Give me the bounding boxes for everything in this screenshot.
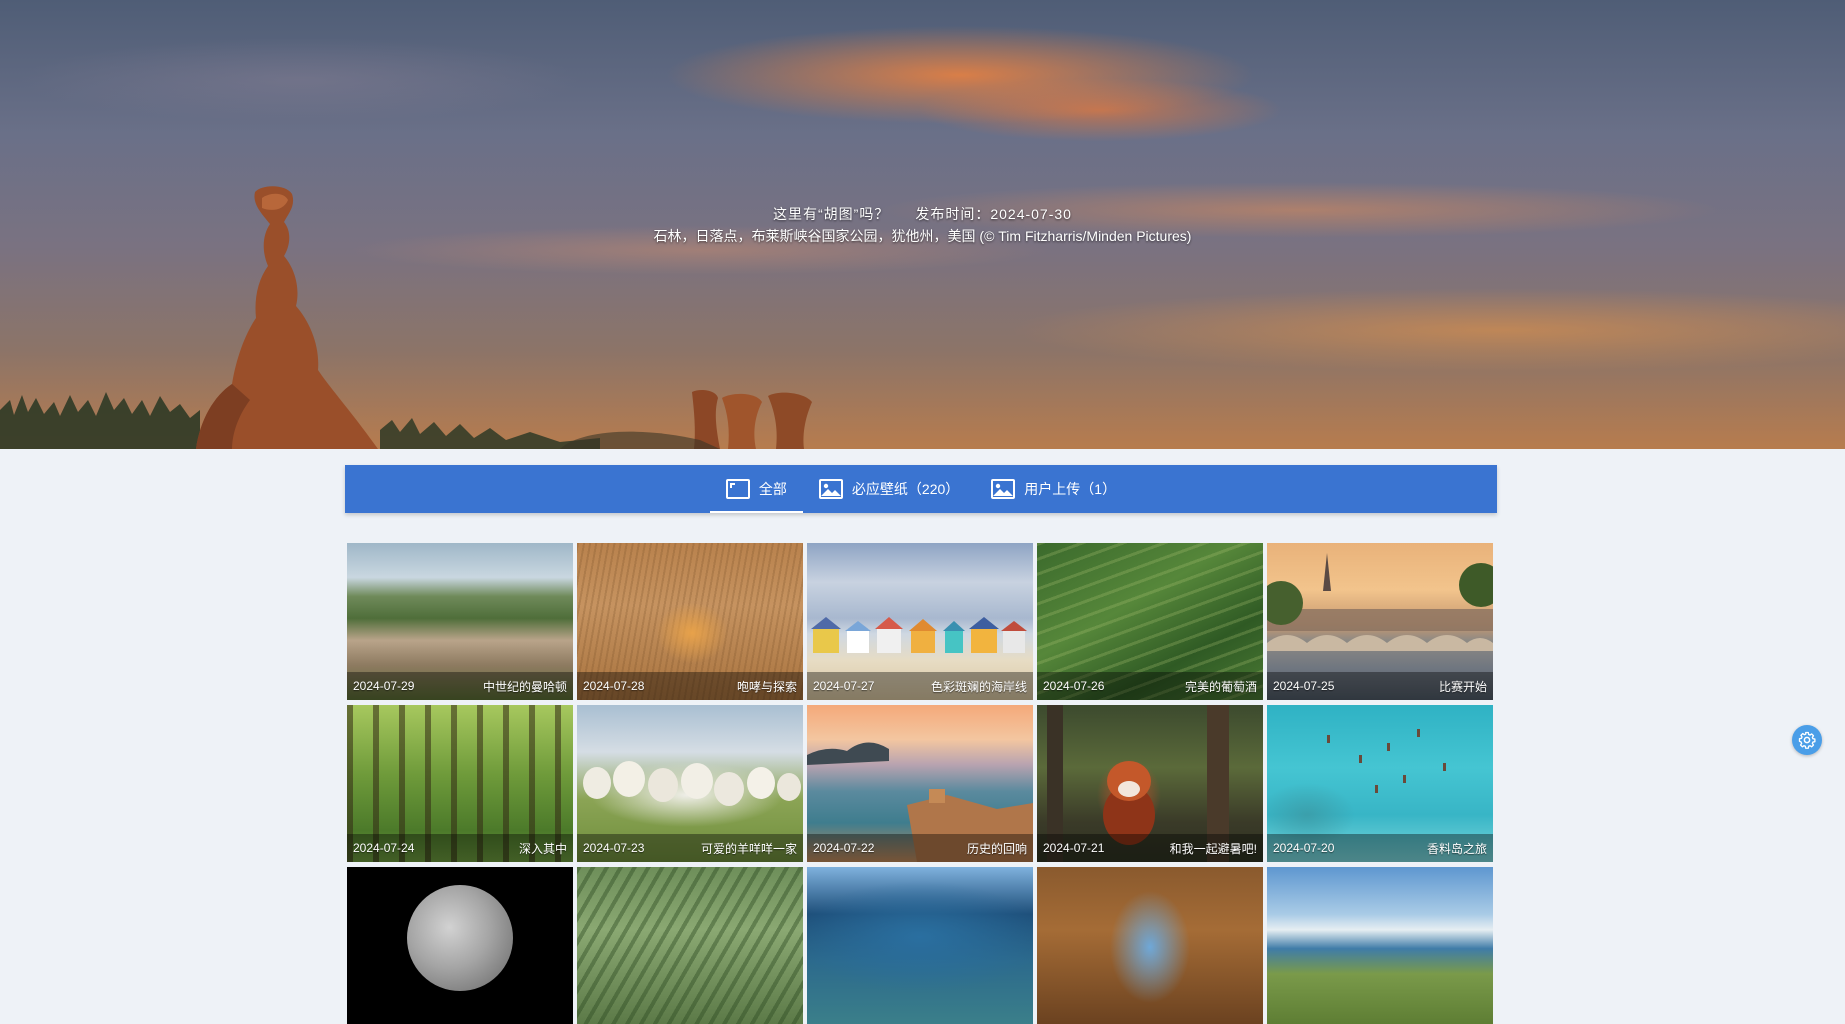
wallpaper-thumbnail [577,867,803,1024]
tab-user-uploads[interactable]: 用户上传（1） [975,465,1132,513]
image-icon [991,479,1016,499]
card-date: 2024-07-21 [1043,841,1105,855]
wallpaper-grid: 2024-07-29 中世纪的曼哈顿 2024-07-28 咆哮与探索 2024-0… [347,543,1496,1024]
tab-all[interactable]: 全部 [709,465,803,513]
card-caption: 2024-07-21 和我一起避暑吧! [1037,834,1263,862]
card-caption: 2024-07-23 可爱的羊咩咩一家 [577,834,803,862]
card-title: 香料岛之旅 [1426,841,1487,856]
card-date: 2024-07-28 [583,679,645,693]
wallpaper-card[interactable] [577,867,803,1024]
image-icon [818,479,843,499]
card-title: 比赛开始 [1438,679,1487,694]
card-title: 咆哮与探索 [736,679,797,694]
card-date: 2024-07-27 [813,679,875,693]
category-tab-bar: 全部 必应壁纸（220） 用户上传（1） [345,465,1497,513]
tab-user-uploads-label: 用户上传（1） [1024,481,1117,497]
wallpaper-card[interactable]: 2024-07-28 咆哮与探索 [577,543,803,700]
hero-title: 这里有“胡图”吗？ [773,206,890,222]
wallpaper-card[interactable]: 2024-07-27 色彩斑斓的海岸线 [807,543,1033,700]
card-caption: 2024-07-29 中世纪的曼哈顿 [347,672,573,700]
wallpaper-thumbnail [347,867,573,1024]
hero-banner: 这里有“胡图”吗？ 发布时间：2024-07-30 石林，日落点，布莱斯峡谷国家公… [0,0,1845,449]
wallpaper-card[interactable]: 2024-07-26 完美的葡萄酒 [1037,543,1263,700]
tab-all-label: 全部 [758,481,787,497]
hero-landscape [0,186,812,449]
card-title: 深入其中 [518,841,567,856]
tab-bing-wallpapers-label: 必应壁纸（220） [851,481,960,497]
wallpaper-card[interactable] [1037,867,1263,1024]
card-title: 和我一起避暑吧! [1169,841,1257,856]
card-date: 2024-07-29 [353,679,415,693]
hero-title-line: 这里有“胡图”吗？ 发布时间：2024-07-30 [0,204,1845,224]
wallpaper-thumbnail [1267,867,1493,1024]
card-date: 2024-07-24 [353,841,415,855]
moon-image [407,885,513,991]
wallpaper-card[interactable]: 2024-07-29 中世纪的曼哈顿 [347,543,573,700]
wallpaper-card[interactable] [807,867,1033,1024]
hero-description: 石林，日落点，布莱斯峡谷国家公园，犹他州，美国 (© Tim Fitzharri… [653,228,1192,244]
card-title: 完美的葡萄酒 [1184,679,1257,694]
fullscreen-icon [725,479,750,499]
card-caption: 2024-07-25 比赛开始 [1267,672,1493,700]
wallpaper-card[interactable]: 2024-07-24 深入其中 [347,705,573,862]
wallpaper-card[interactable]: 2024-07-20 香料岛之旅 [1267,705,1493,862]
card-title: 历史的回响 [966,841,1027,856]
card-caption: 2024-07-28 咆哮与探索 [577,672,803,700]
wallpaper-card[interactable] [347,867,573,1024]
card-caption: 2024-07-22 历史的回响 [807,834,1033,862]
wallpaper-card[interactable]: 2024-07-25 比赛开始 [1267,543,1493,700]
card-title: 色彩斑斓的海岸线 [930,679,1027,694]
card-caption: 2024-07-27 色彩斑斓的海岸线 [807,672,1033,700]
card-date: 2024-07-22 [813,841,875,855]
card-caption: 2024-07-24 深入其中 [347,834,573,862]
card-title: 可爱的羊咩咩一家 [700,841,797,856]
wallpaper-thumbnail [1037,867,1263,1024]
wallpaper-card[interactable]: 2024-07-21 和我一起避暑吧! [1037,705,1263,862]
hero-publish-date: 发布时间：2024-07-30 [915,206,1072,222]
card-title: 中世纪的曼哈顿 [482,679,567,694]
card-date: 2024-07-23 [583,841,645,855]
card-date: 2024-07-20 [1273,841,1335,855]
gear-icon [1798,731,1816,749]
card-caption: 2024-07-26 完美的葡萄酒 [1037,672,1263,700]
wallpaper-thumbnail [807,867,1033,1024]
wallpaper-card[interactable]: 2024-07-23 可爱的羊咩咩一家 [577,705,803,862]
tab-bing-wallpapers[interactable]: 必应壁纸（220） [803,465,975,513]
settings-button[interactable] [1792,725,1822,755]
card-caption: 2024-07-20 香料岛之旅 [1267,834,1493,862]
card-date: 2024-07-26 [1043,679,1105,693]
card-date: 2024-07-25 [1273,679,1335,693]
wallpaper-card[interactable]: 2024-07-22 历史的回响 [807,705,1033,862]
wallpaper-card[interactable] [1267,867,1493,1024]
